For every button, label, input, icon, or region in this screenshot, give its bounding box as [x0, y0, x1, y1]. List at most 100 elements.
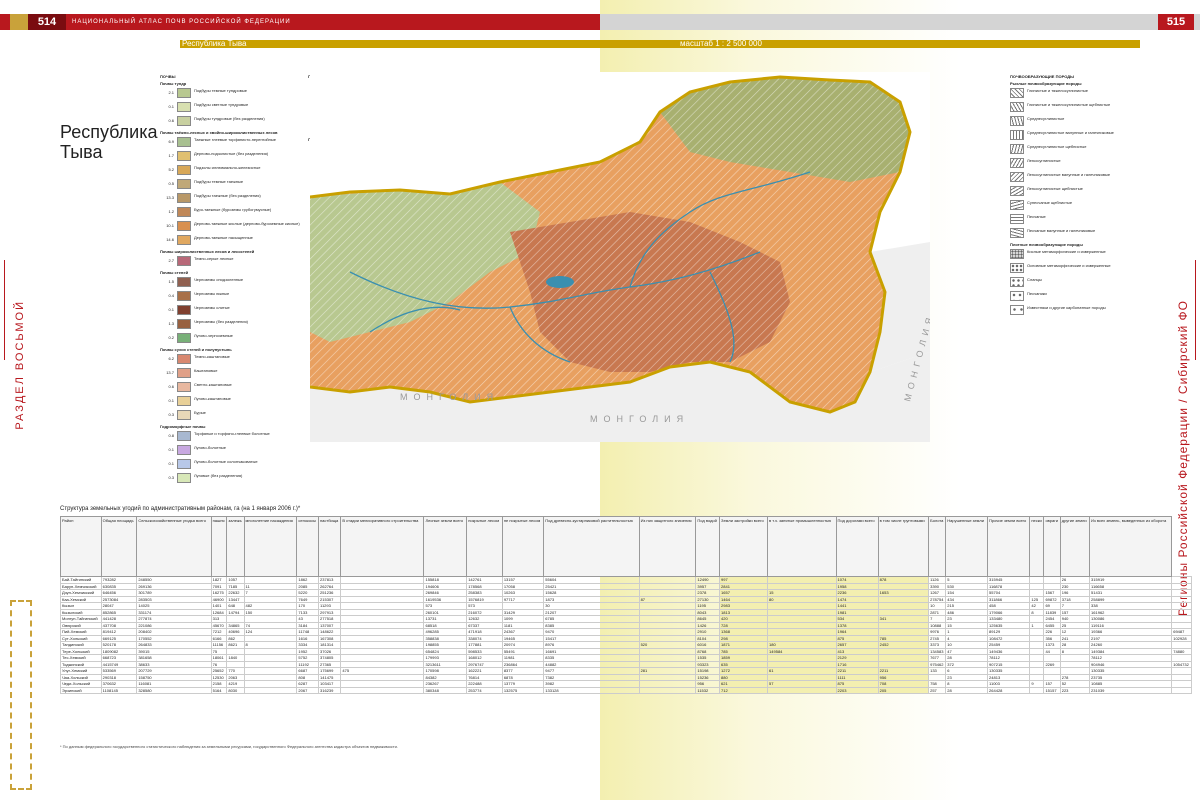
legend-label: Дерново-подзолистые (без разделения) — [194, 151, 269, 156]
legend-subheading: Плотные почвообразующие породы — [1010, 242, 1083, 247]
legend-item: 0.8 Торфяные и торфяно-глеевые болотные — [160, 431, 300, 443]
table-header-cell: Под дорогами всего — [835, 516, 879, 577]
legend-label: Подбуры темные тундровые — [194, 88, 247, 93]
table-header-cell: Болота — [928, 516, 947, 577]
legend-percent: 0.1 — [168, 104, 174, 109]
legend-item: 14.6 Дерново-таежные насыщенные — [160, 235, 300, 247]
district-name-cell: Барун-Хемчикский — [60, 582, 102, 590]
legend-item: 10.1 Дерново-таежные кислые (дерново-буро… — [160, 221, 300, 233]
legend-item: Песчаные валунные и галечниковые — [1010, 228, 1185, 240]
table-header-cell: Из них защитного значения — [638, 516, 697, 577]
table-header-cell: Под древесно-кустарниковой растительност… — [543, 516, 640, 577]
table-cell: 134583 — [928, 647, 947, 655]
legend-swatch — [177, 291, 191, 301]
legend-item: Супесчаные щебнистые — [1010, 200, 1185, 212]
legend-swatch — [1010, 277, 1024, 287]
legend-label: Темно-каштановые — [194, 354, 230, 359]
region-header-bar — [180, 40, 1140, 48]
table-cell: 132575 — [501, 686, 545, 694]
legend-swatch — [177, 382, 191, 392]
legend-label: Дерново-таежные насыщенные — [194, 235, 253, 240]
legend-group-heading: Почвы тундр — [160, 81, 187, 86]
legend-percent: 13.3 — [166, 195, 174, 200]
legend-percent: 0.1 — [168, 461, 174, 466]
table-cell: 8030 — [226, 686, 245, 694]
legend-label: Дерново-таежные кислые (дерново-буроземн… — [194, 221, 300, 226]
legend-item: Песчаники — [1010, 291, 1185, 303]
legend-item: 5.2 Подзолы иллювиально-железистые — [160, 165, 300, 177]
legend-swatch — [177, 102, 191, 112]
legend-swatch — [177, 235, 191, 245]
table-header-cell: покрытые лесом — [466, 516, 503, 577]
legend-label: Песчаники — [1027, 291, 1047, 296]
legend-swatch — [177, 368, 191, 378]
header-bar-right — [600, 14, 1200, 30]
legend-group-heading: Почвы степей — [160, 270, 189, 275]
district-name-cell: Эрзинский — [60, 686, 102, 694]
legend-swatch — [177, 431, 191, 441]
legend-label: Сланцы — [1027, 277, 1042, 282]
table-header-cell: не покрытые лесом — [501, 516, 545, 577]
table-header-cell: Нарушенные земли — [945, 516, 989, 577]
legend-percent: 0.6 — [168, 384, 174, 389]
table-header-cell: в том числе грунтовыми — [877, 516, 930, 577]
legend-swatch — [177, 277, 191, 287]
table-cell: 380348 — [423, 686, 468, 694]
legend-label: Луговые (без разделения) — [194, 473, 243, 478]
legend-swatch — [177, 151, 191, 161]
page-title: Республика Тыва — [60, 122, 158, 162]
legend-item: 13.7 Каштановые — [160, 368, 300, 380]
table-header-cell: многолетние насаждения — [243, 516, 298, 577]
table-cell: 278754 — [928, 595, 947, 603]
legend-percent: 0.2 — [168, 335, 174, 340]
legend-label: Среднесуглинистые — [1027, 116, 1065, 121]
legend-item: 1.3 Черноземы (без разделения) — [160, 319, 300, 331]
legend-label: Подзолы иллювиально-железистые — [194, 165, 261, 170]
table-header-cell: Лесные земли всего — [423, 516, 468, 577]
legend-label: Глинистые и тяжелосуглинистые — [1027, 88, 1089, 93]
legend-swatch — [1010, 88, 1024, 98]
legend-item: 0.4 Черноземы южные — [160, 291, 300, 303]
legend-percent: 0.1 — [168, 447, 174, 452]
legend-percent: 2.7 — [168, 258, 174, 263]
legend-label: Бурые — [194, 410, 206, 415]
table-header-cell: другие земли — [1059, 516, 1091, 577]
legend-swatch — [1010, 158, 1024, 168]
legend-item: 0.1 Подбуры светлые тундровые — [160, 102, 300, 114]
legend-swatch — [177, 256, 191, 266]
table-header-cell: Прочие земли всего — [987, 516, 1031, 577]
legend-swatch — [1010, 144, 1024, 154]
table-header-cell: в т.ч. занятые промышленностью — [767, 516, 837, 577]
legend-percent: 1.5 — [168, 279, 174, 284]
legend-swatch — [177, 445, 191, 455]
legend-label: Черноземы (без разделения) — [194, 319, 248, 324]
legend-item: Глинистые и тяжелосуглинистые — [1010, 88, 1185, 100]
legend-label: Глинистые и тяжелосуглинистые щебнистые — [1027, 102, 1111, 107]
legend-percent: 5.2 — [168, 167, 174, 172]
legend-item: 0.1 Лугово-каштановые — [160, 396, 300, 408]
legend-item: Легкосуглинистые щебнистые — [1010, 186, 1185, 198]
land-use-table: Район Общая площадь Сельскохозяйственные у… — [60, 516, 1192, 694]
legend-item: 0.3 Бурые — [160, 410, 300, 422]
legend-label: Песчаные — [1027, 214, 1046, 219]
legend-item: Сланцы — [1010, 277, 1185, 289]
reservoir-lake — [546, 276, 574, 288]
legend-swatch — [177, 396, 191, 406]
legend-item: 6.2 Темно-каштановые — [160, 354, 300, 366]
legend-label: Кислые метаморфические и изверженные — [1027, 249, 1106, 254]
table-cell — [340, 686, 425, 694]
legend-group-heading: Почвы сухих степей и полупустынь — [160, 347, 232, 352]
legend-item: Песчаные — [1010, 214, 1185, 226]
table-header-cell: залежь — [226, 516, 245, 577]
legend-item: 0.1 Лугово-болотные — [160, 445, 300, 457]
legend-label: Черноземы слитые — [194, 305, 230, 310]
legend-swatch — [1010, 291, 1024, 301]
table-header-cell: сенокосы — [296, 516, 320, 577]
legend-item: Легкосуглинистые — [1010, 158, 1185, 170]
legend-label: Торфяные и торфяно-глеевые болотные — [194, 431, 270, 436]
legend-swatch — [177, 179, 191, 189]
table-cell: 1054732 — [1171, 660, 1192, 668]
table-row: Эрзинский 1108145 328580 5164 8030 2067 316239… — [60, 686, 1192, 694]
legend-swatch — [177, 305, 191, 315]
legend-label: Светло-каштановые — [194, 382, 232, 387]
